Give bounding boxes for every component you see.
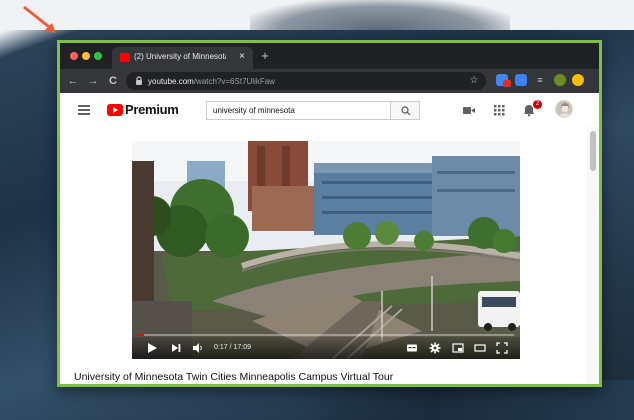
menu-icon[interactable] [78,105,90,115]
avatar[interactable] [555,100,573,118]
window-zoom-icon[interactable] [94,52,102,60]
reload-button[interactable]: C [106,74,120,88]
miniplayer-icon[interactable] [452,342,464,354]
browser-window: (2) University of Minnesota Tw × + ← → C… [57,40,602,387]
avatar-portrait-icon [558,103,572,117]
extension-yellow-icon[interactable] [572,74,584,86]
search-button[interactable] [390,101,420,120]
search-input[interactable] [206,101,390,120]
volume-icon[interactable] [192,342,204,354]
tab-close-icon[interactable]: × [236,51,248,63]
url-path: /watch?v=6St7UlikFaw [193,77,275,86]
back-button[interactable]: ← [66,74,80,88]
address-bar[interactable]: youtube.com/watch?v=6St7UlikFaw ☆ [126,72,486,90]
video-player[interactable]: 0:17 / 17:09 [132,141,520,359]
reading-list-icon[interactable]: ≡ [534,74,546,86]
youtube-brand-label[interactable]: Premium [125,102,179,118]
next-video-icon[interactable] [170,342,182,354]
forward-button[interactable]: → [86,74,100,88]
window-close-icon[interactable] [70,52,78,60]
video-progress-bar[interactable] [138,334,514,336]
create-video-icon[interactable] [462,103,476,117]
page-scrollbar-thumb[interactable] [590,131,596,171]
desktop-wallpaper-rock [250,0,510,30]
search-icon [401,106,411,116]
new-tab-button[interactable]: + [258,49,272,63]
desktop-wallpaper-sky [0,0,634,30]
video-controls-bar: 0:17 / 17:09 [132,337,520,359]
extension-blue-icon[interactable] [515,74,527,86]
extension-icon[interactable] [496,74,511,87]
apps-grid-icon[interactable] [492,103,506,117]
url-text: youtube.com/watch?v=6St7UlikFaw [148,76,275,87]
annotation-arrow-icon [23,5,56,33]
browser-toolbar: ← → C youtube.com/watch?v=6St7UlikFaw ☆ … [60,69,599,93]
fullscreen-icon[interactable] [496,342,508,354]
tab-title: (2) University of Minnesota Tw [134,52,226,61]
browser-tab-youtube[interactable]: (2) University of Minnesota Tw × [112,47,253,69]
youtube-logo-icon[interactable] [107,104,123,116]
notification-count-badge: 2 [533,100,542,109]
tab-strip: (2) University of Minnesota Tw × + [60,43,599,69]
video-progress-fill [138,334,145,336]
extension-badge-icon [503,80,511,87]
lock-icon [136,76,142,85]
url-host: youtube.com [148,77,194,86]
play-icon[interactable] [146,342,158,354]
video-title: University of Minnesota Twin Cities Minn… [74,371,394,383]
youtube-header: Premium 2 [60,93,599,127]
subtitles-icon[interactable] [406,342,418,354]
bookmark-star-icon[interactable]: ☆ [468,74,480,88]
theater-mode-icon[interactable] [474,342,486,354]
youtube-favicon-icon [120,53,130,62]
video-frame-campus-image [132,141,520,359]
extension-globe-icon[interactable] [554,74,566,86]
video-time-display: 0:17 / 17:09 [214,344,251,351]
settings-gear-icon[interactable] [429,342,441,354]
window-minimize-icon[interactable] [82,52,90,60]
